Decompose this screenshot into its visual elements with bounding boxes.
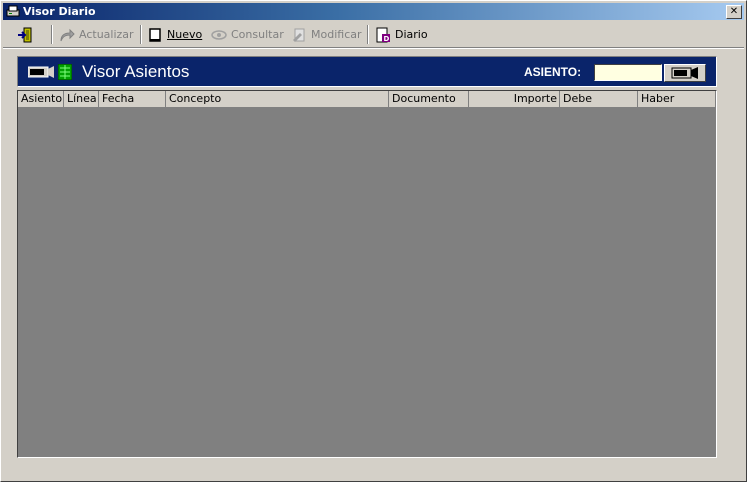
exit-door-icon (18, 27, 32, 42)
redo-arrow-icon (60, 28, 75, 41)
asiento-input[interactable] (594, 64, 662, 81)
column-header-documento[interactable]: Documento (389, 91, 469, 107)
panel-title: Visor Asientos (82, 62, 190, 81)
projector-icon (671, 67, 698, 79)
column-header-importe[interactable]: Importe (469, 91, 560, 107)
actualizar-label: Actualizar (79, 28, 134, 41)
column-header-linea[interactable]: Línea (64, 91, 99, 107)
visor-header: Visor Asientos ASIENTO: (17, 56, 717, 87)
column-header-asiento[interactable]: Asiento (18, 91, 64, 107)
exit-button[interactable] (17, 24, 33, 45)
column-header-haber[interactable]: Haber (638, 91, 716, 107)
svg-text:D: D (384, 35, 390, 43)
toolbar-separator (140, 25, 142, 44)
title-bar[interactable]: Visor Diario ✕ (3, 3, 744, 20)
close-button[interactable]: ✕ (726, 5, 742, 19)
window: Visor Diario ✕ Actualizar Nuevo Consulta… (0, 0, 747, 482)
app-icon (6, 5, 20, 17)
diario-button[interactable]: D Diario (375, 24, 428, 45)
asiento-label: ASIENTO: (524, 65, 582, 79)
modificar-button[interactable]: Modificar (291, 24, 362, 45)
toolbar: Actualizar Nuevo Consultar Modificar D D… (3, 22, 744, 48)
edit-document-icon (293, 28, 305, 42)
projector-icon (28, 66, 54, 78)
search-asiento-button[interactable] (664, 64, 706, 82)
journal-book-icon: D (376, 27, 390, 43)
view-eye-icon (211, 29, 227, 40)
column-header-fecha[interactable]: Fecha (99, 91, 166, 107)
nuevo-label: Nuevo (167, 28, 203, 41)
toolbar-separator (51, 25, 53, 44)
actualizar-button[interactable]: Actualizar (59, 24, 134, 45)
close-icon: ✕ (729, 6, 739, 17)
ledger-icon (58, 64, 72, 80)
toolbar-separator (367, 25, 369, 44)
window-title: Visor Diario (23, 5, 96, 18)
diario-label: Diario (395, 28, 428, 41)
new-document-icon (149, 27, 161, 42)
column-header-debe[interactable]: Debe (560, 91, 638, 107)
grid-header: Asiento Línea Fecha Concepto Documento I… (18, 91, 716, 108)
consultar-button[interactable]: Consultar (211, 24, 284, 45)
consultar-label: Consultar (231, 28, 284, 41)
column-header-concepto[interactable]: Concepto (166, 91, 389, 107)
asientos-grid[interactable]: Asiento Línea Fecha Concepto Documento I… (17, 90, 717, 458)
nuevo-button[interactable]: Nuevo (147, 24, 202, 45)
modificar-label: Modificar (311, 28, 362, 41)
